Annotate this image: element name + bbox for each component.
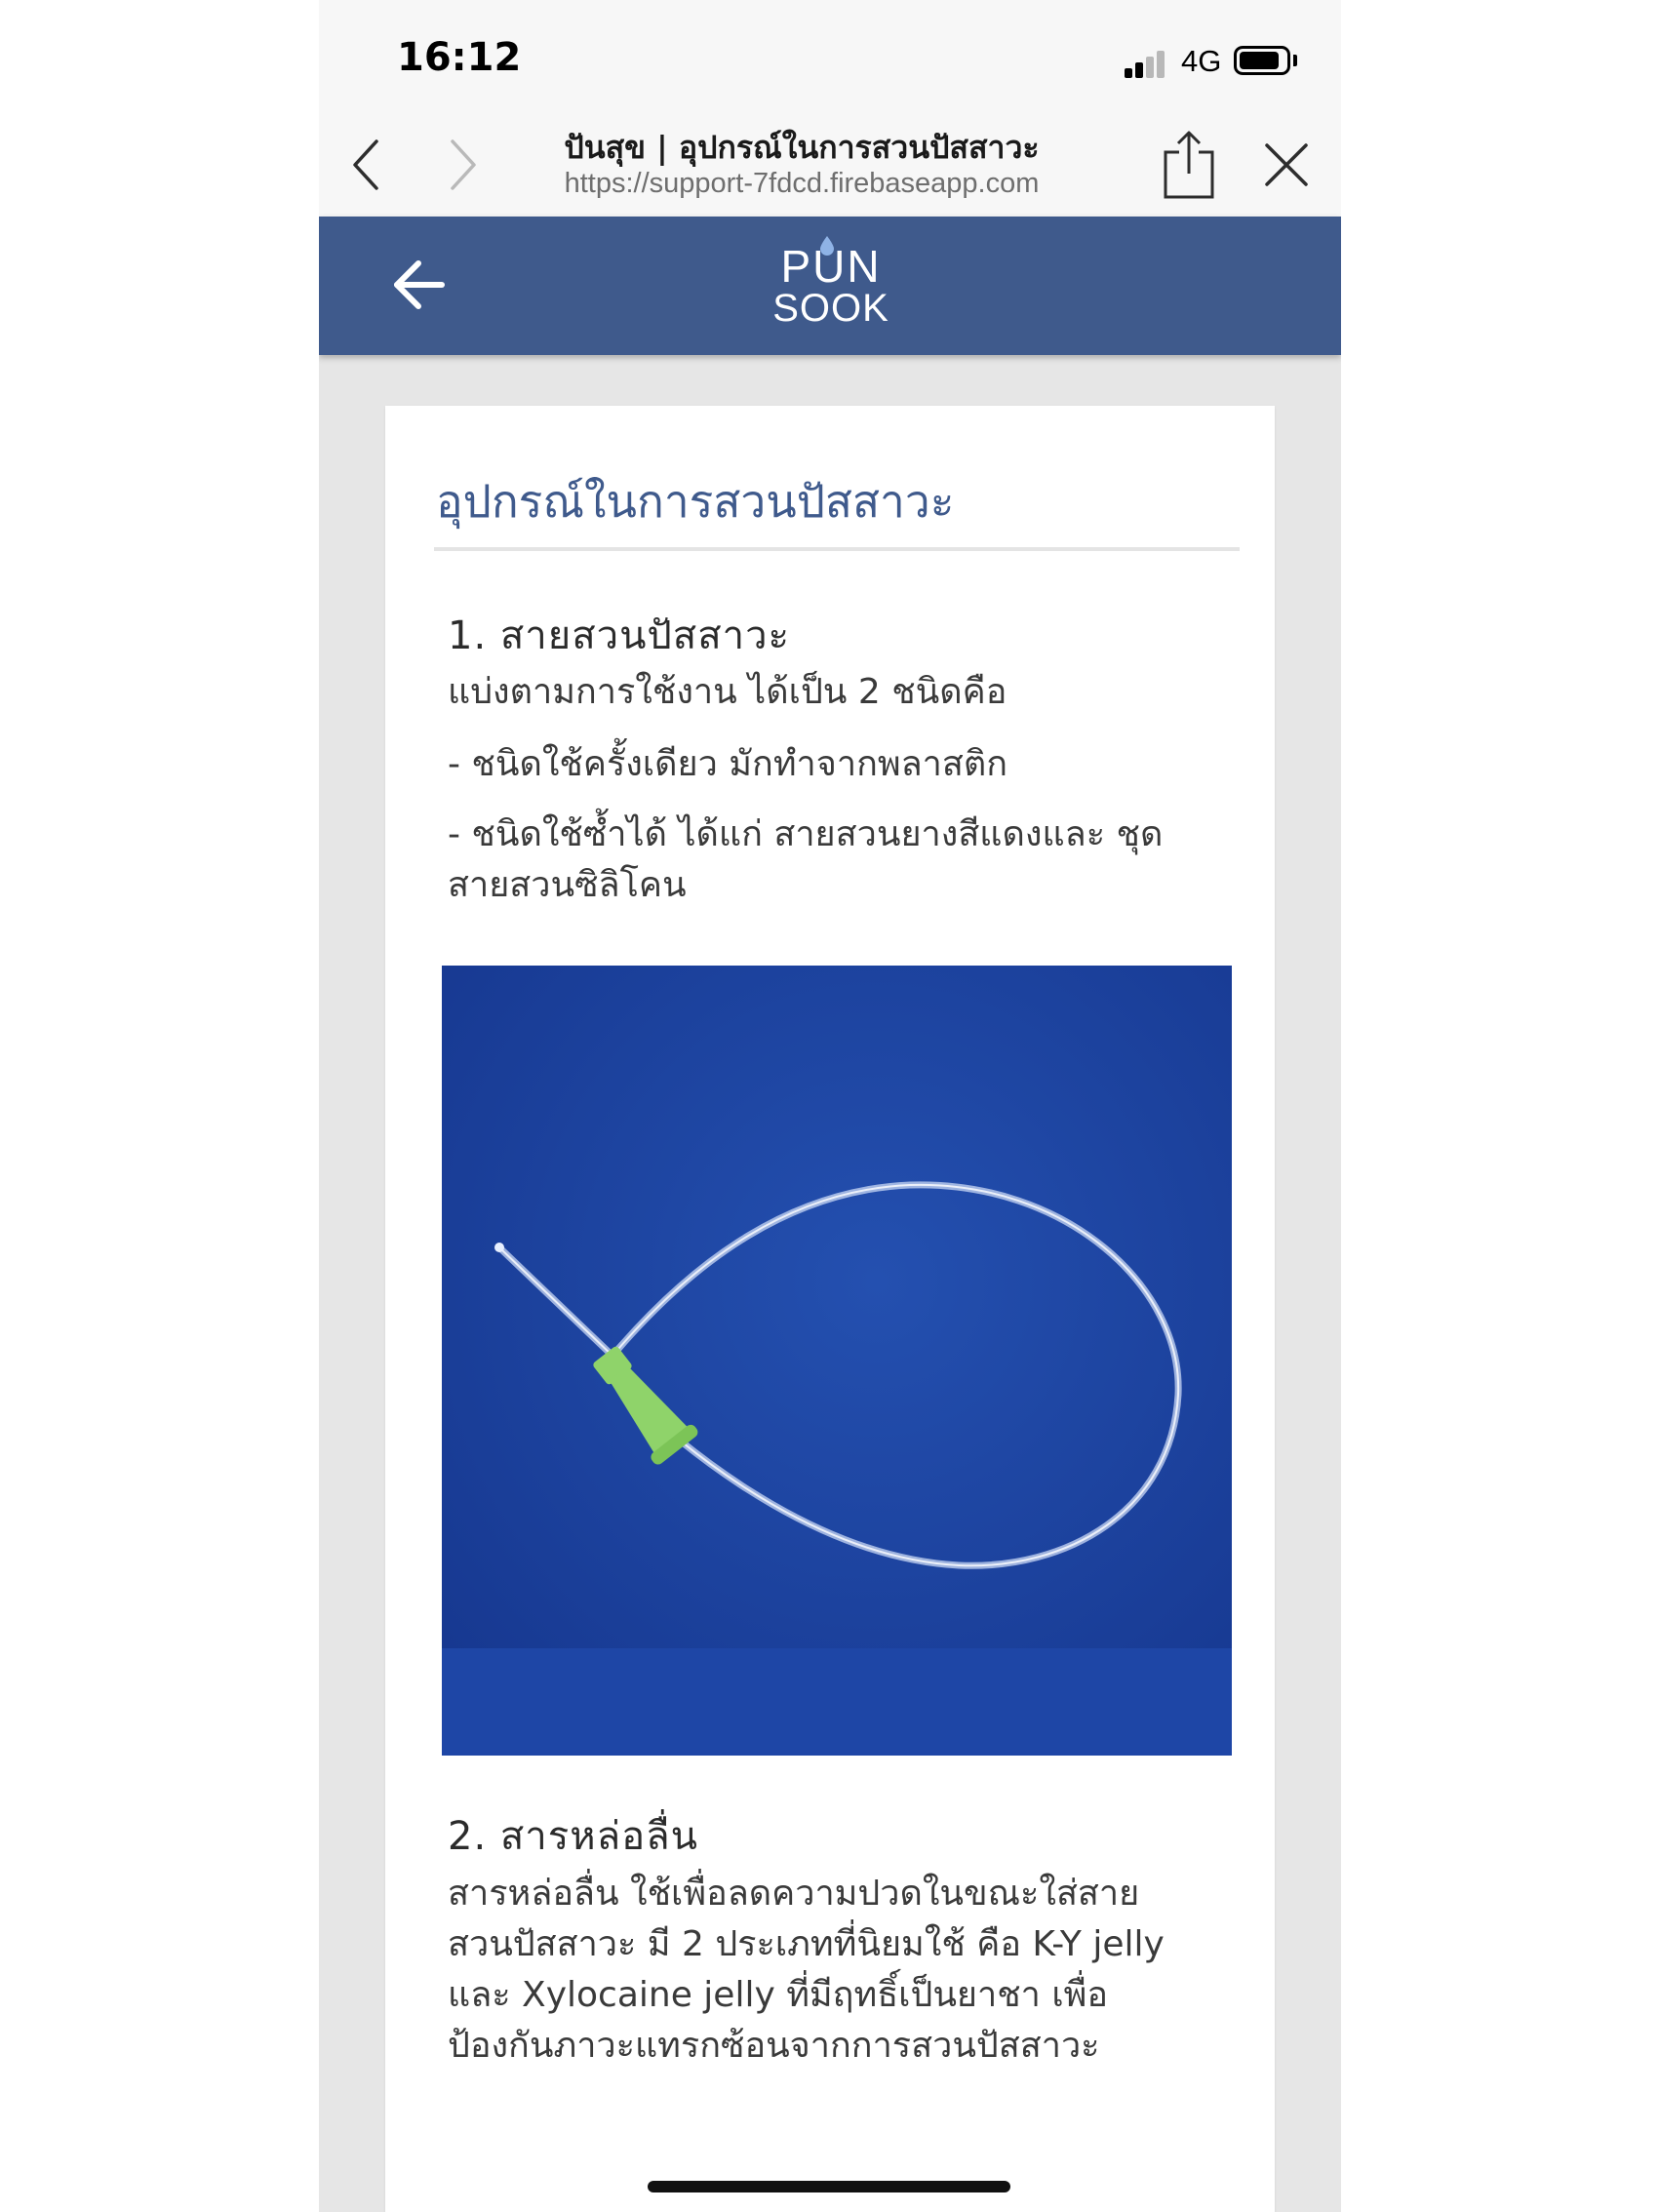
punsook-logo: PUN SOOK	[768, 236, 894, 330]
chevron-left-icon	[353, 139, 378, 190]
content-card: อุปกรณ์ในการสวนปัสสาวะ 1. สายสวนปัสสาวะ …	[385, 406, 1275, 2212]
close-button[interactable]	[1257, 131, 1316, 199]
arrow-left-icon	[394, 260, 445, 309]
browser-url[interactable]: https://support-7fdcd.firebaseapp.com	[494, 168, 1109, 200]
catheter-illustration	[442, 966, 1232, 1756]
share-button[interactable]	[1160, 123, 1218, 207]
card-title: อุปกรณ์ในการสวนปัสสาวะ	[436, 475, 955, 528]
share-icon	[1164, 131, 1214, 199]
section1-intro: แบ่งตามการใช้งาน ได้เป็น 2 ชนิดคือ	[448, 672, 1007, 712]
water-drop-icon	[820, 236, 834, 256]
browser-back-button[interactable]	[336, 131, 395, 199]
section1-heading: 1. สายสวนปัสสาวะ	[448, 613, 791, 658]
battery-icon	[1234, 46, 1290, 75]
section2-line1: สารหล่อลื่น ใช้เพื่อลดความปวดในขณะใส่สาย	[448, 1874, 1140, 1914]
home-indicator[interactable]	[648, 2181, 1010, 2192]
section2-line2: สวนปัสสาวะ มี 2 ประเภทที่นิยมใช้ คือ K-Y…	[448, 1924, 1165, 1964]
status-time: 16:12	[397, 35, 522, 80]
app-header: PUN SOOK	[319, 217, 1341, 355]
section1-item2-line1: - ชนิดใช้ซ้ำได้ ได้แก่ สายสวนยางสีแดงและ…	[448, 814, 1164, 854]
phone-screen: 16:12 4G ปันสุข | อุปกรณ์ในการสวนปัสสาวะ…	[319, 0, 1341, 2212]
signal-icon	[1125, 49, 1173, 78]
status-bar: 16:12 4G	[319, 0, 1341, 117]
section2-line3: และ Xylocaine jelly ที่มีฤทธิ์เป็นยาชา เ…	[448, 1975, 1108, 2015]
network-type: 4G	[1181, 44, 1222, 78]
section1-item1: - ชนิดใช้ครั้งเดียว มักทำจากพลาสติก	[448, 744, 1008, 784]
browser-forward-button[interactable]	[434, 131, 493, 199]
section2-line4: ป้องกันภาวะแทรกซ้อนจากการสวนปัสสาวะ	[448, 2026, 1100, 2066]
section2-heading: 2. สารหล่อลื่น	[448, 1814, 698, 1859]
battery-tip	[1293, 55, 1297, 66]
browser-toolbar: ปันสุข | อุปกรณ์ในการสวนปัสสาวะ https://…	[319, 117, 1341, 217]
section1-item2-line2: สายสวนซิลิโคน	[448, 865, 687, 905]
browser-page-title: ปันสุข | อุปกรณ์ในการสวนปัสสาวะ	[564, 129, 1040, 166]
close-icon	[1265, 143, 1308, 186]
logo-bottom-text: SOOK	[772, 287, 889, 330]
catheter-image	[442, 966, 1232, 1756]
app-back-button[interactable]	[387, 256, 452, 314]
title-divider	[434, 547, 1240, 551]
chevron-right-icon	[451, 139, 476, 190]
